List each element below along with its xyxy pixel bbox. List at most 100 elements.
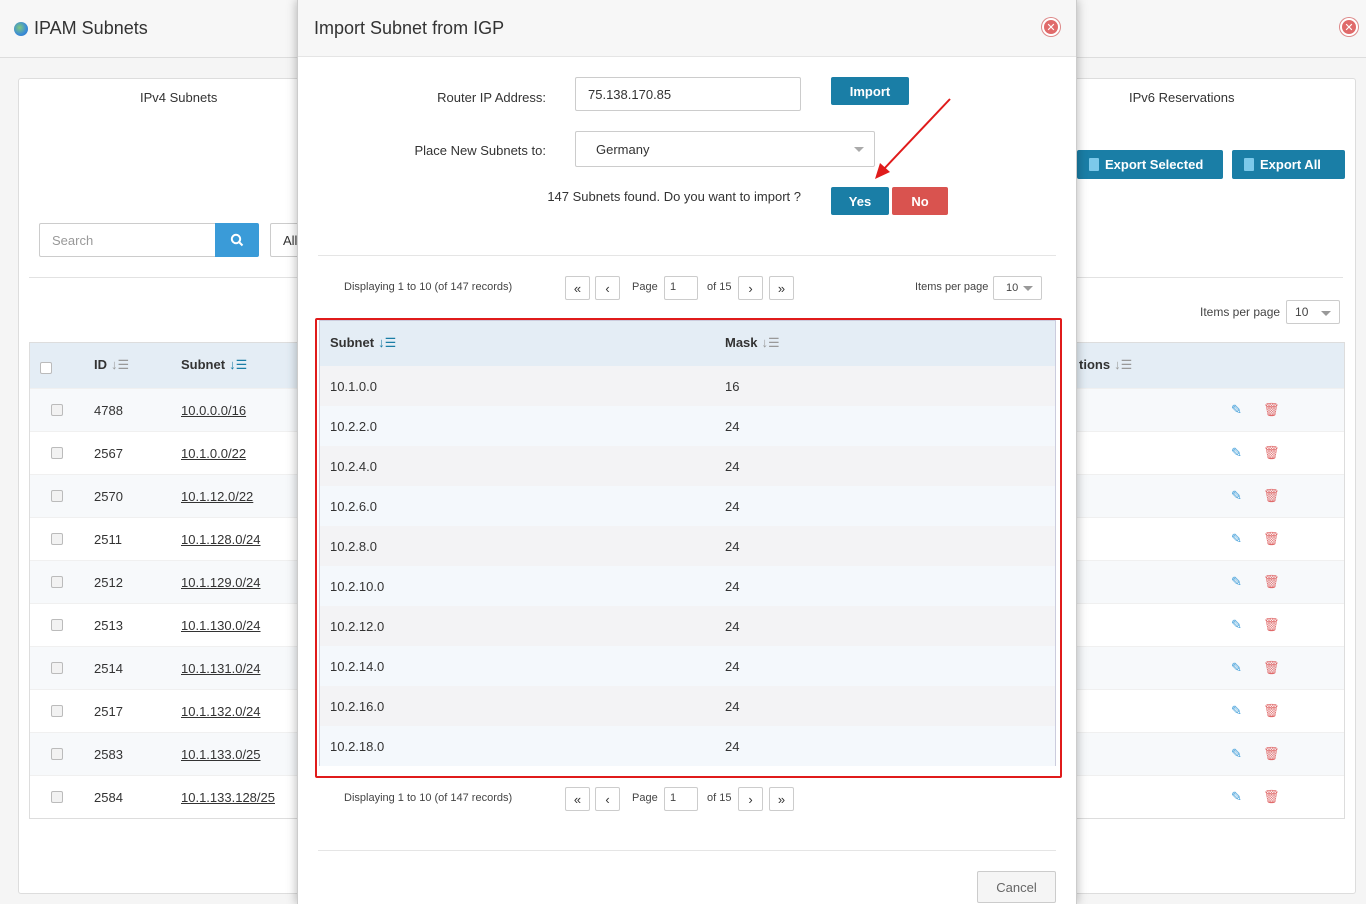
search-button[interactable]: [215, 223, 259, 257]
row-subnet-link[interactable]: 10.1.0.0/22: [181, 446, 246, 461]
column-header-actions-label: tions: [1079, 357, 1111, 372]
row-subnet-link[interactable]: 10.1.128.0/24: [181, 532, 261, 547]
edit-icon[interactable]: ✎: [1231, 789, 1242, 805]
row-checkbox[interactable]: [51, 705, 63, 717]
row-subnet-link[interactable]: 10.1.129.0/24: [181, 575, 261, 590]
close-icon[interactable]: ✕: [1042, 18, 1060, 36]
row-subnet-link[interactable]: 10.0.0.0/16: [181, 403, 246, 418]
pager-display-text: Displaying 1 to 10 (of 147 records): [344, 281, 513, 293]
subnets-found-message: 147 Subnets found. Do you want to import…: [547, 189, 801, 204]
place-subnets-select[interactable]: Germany: [575, 131, 875, 167]
search-icon: [230, 233, 244, 247]
close-icon[interactable]: ✕: [1340, 18, 1358, 36]
trash-icon[interactable]: 🗑: [1263, 574, 1280, 590]
trash-icon[interactable]: 🗑: [1263, 531, 1280, 547]
edit-icon[interactable]: ✎: [1231, 660, 1242, 676]
items-per-page-select[interactable]: 10: [993, 276, 1042, 300]
row-mask: 24: [725, 739, 740, 754]
page-label: Page: [632, 792, 658, 804]
place-subnets-label: Place New Subnets to:: [414, 143, 546, 158]
edit-icon[interactable]: ✎: [1231, 617, 1242, 633]
router-ip-input[interactable]: 75.138.170.85: [575, 77, 801, 111]
trash-icon[interactable]: 🗑: [1263, 746, 1280, 762]
column-header-subnet-label: Subnet: [181, 357, 226, 372]
last-page-button[interactable]: »: [769, 276, 794, 300]
divider: [318, 255, 1056, 256]
trash-icon[interactable]: 🗑: [1263, 703, 1280, 719]
divider: [318, 850, 1056, 851]
page-input[interactable]: 1: [664, 787, 698, 811]
items-per-page-select[interactable]: 10: [1286, 300, 1341, 324]
trash-icon[interactable]: 🗑: [1263, 617, 1280, 633]
edit-icon[interactable]: ✎: [1231, 703, 1242, 719]
row-id: 2513: [94, 618, 123, 633]
row-checkbox[interactable]: [51, 662, 63, 674]
trash-icon[interactable]: 🗑: [1263, 789, 1280, 805]
edit-icon[interactable]: ✎: [1231, 574, 1242, 590]
column-header-actions[interactable]: tions ↓☰: [1079, 357, 1132, 373]
row-subnet-link[interactable]: 10.1.130.0/24: [181, 618, 261, 633]
export-all-button[interactable]: Export All: [1232, 150, 1345, 179]
prev-page-button[interactable]: ‹: [595, 787, 620, 811]
row-checkbox[interactable]: [51, 619, 63, 631]
row-subnet-link[interactable]: 10.1.132.0/24: [181, 704, 261, 719]
row-checkbox[interactable]: [51, 490, 63, 502]
no-button[interactable]: No: [892, 187, 948, 215]
row-subnet-link[interactable]: 10.1.133.128/25: [181, 790, 275, 805]
column-header-subnet[interactable]: Subnet ↓☰: [181, 357, 247, 373]
edit-icon[interactable]: ✎: [1231, 746, 1242, 762]
row-mask: 24: [725, 619, 740, 634]
row-mask: 24: [725, 659, 740, 674]
sort-icon: ↓☰: [378, 335, 397, 350]
row-id: 4788: [94, 403, 123, 418]
row-mask: 16: [725, 379, 740, 394]
table-row: 10.2.10.0 24: [320, 566, 1055, 606]
tab-ipv4-subnets[interactable]: IPv4 Subnets: [140, 90, 217, 105]
export-selected-button[interactable]: Export Selected: [1077, 150, 1223, 179]
table-row: 10.2.12.0 24: [320, 606, 1055, 646]
import-subnets-table: Subnet ↓☰ Mask ↓☰ 10.1.0.0 16 10.2.2.0 24 10.2…: [319, 320, 1056, 766]
tab-ipv6-reservations[interactable]: IPv6 Reservations: [1129, 90, 1235, 105]
row-id: 2570: [94, 489, 123, 504]
edit-icon[interactable]: ✎: [1231, 488, 1242, 504]
next-page-button[interactable]: ›: [738, 787, 763, 811]
trash-icon[interactable]: 🗑: [1263, 660, 1280, 676]
page-input[interactable]: 1: [664, 276, 698, 300]
row-checkbox[interactable]: [51, 447, 63, 459]
import-button[interactable]: Import: [831, 77, 909, 105]
row-subnet-link[interactable]: 10.1.133.0/25: [181, 747, 261, 762]
trash-icon[interactable]: 🗑: [1263, 445, 1280, 461]
row-checkbox[interactable]: [51, 791, 63, 803]
row-checkbox[interactable]: [51, 748, 63, 760]
column-header-subnet[interactable]: Subnet ↓☰: [330, 335, 396, 351]
row-subnet: 10.2.18.0: [330, 739, 385, 754]
row-checkbox[interactable]: [51, 533, 63, 545]
edit-icon[interactable]: ✎: [1231, 531, 1242, 547]
export-selected-label: Export Selected: [1105, 157, 1204, 172]
last-page-button[interactable]: »: [769, 787, 794, 811]
row-mask: 24: [725, 539, 740, 554]
row-checkbox[interactable]: [51, 404, 63, 416]
row-subnet-link[interactable]: 10.1.131.0/24: [181, 661, 261, 676]
edit-icon[interactable]: ✎: [1231, 445, 1242, 461]
first-page-button[interactable]: «: [565, 276, 590, 300]
column-header-mask[interactable]: Mask ↓☰: [725, 335, 780, 351]
column-header-id[interactable]: ID ↓☰: [94, 357, 129, 373]
yes-button[interactable]: Yes: [831, 187, 889, 215]
select-all-checkbox[interactable]: [40, 362, 52, 374]
trash-icon[interactable]: 🗑: [1263, 402, 1280, 418]
row-checkbox[interactable]: [51, 576, 63, 588]
first-page-button[interactable]: «: [565, 787, 590, 811]
row-id: 2583: [94, 747, 123, 762]
cancel-button[interactable]: Cancel: [977, 871, 1056, 903]
table-row: 10.1.0.0 16: [320, 366, 1055, 406]
document-icon: [1244, 158, 1254, 171]
prev-page-button[interactable]: ‹: [595, 276, 620, 300]
trash-icon[interactable]: 🗑: [1263, 488, 1280, 504]
edit-icon[interactable]: ✎: [1231, 402, 1242, 418]
sort-icon: ↓☰: [111, 357, 130, 372]
next-page-button[interactable]: ›: [738, 276, 763, 300]
row-subnet-link[interactable]: 10.1.12.0/22: [181, 489, 253, 504]
row-subnet: 10.2.8.0: [330, 539, 377, 554]
search-input[interactable]: Search: [39, 223, 216, 257]
